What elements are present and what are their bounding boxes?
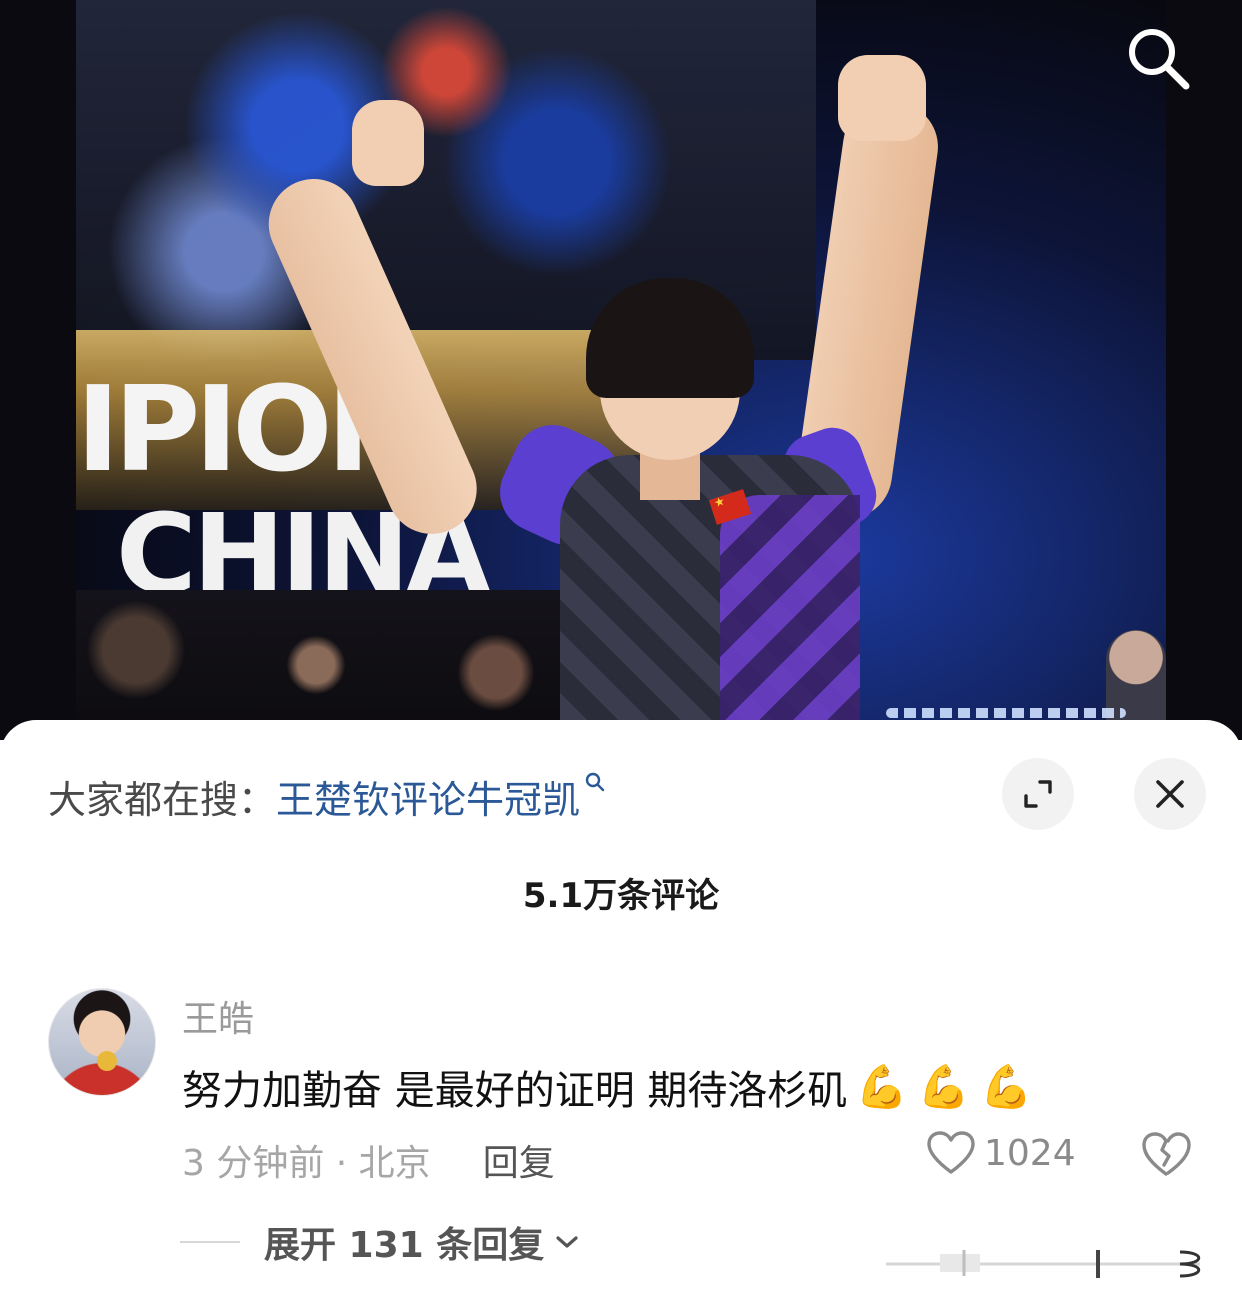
gold-medal-icon — [97, 1051, 117, 1071]
dislike-button[interactable] — [1140, 1130, 1192, 1178]
comment-count-title: 5.1万条评论 — [522, 876, 720, 916]
trending-search-text: 王楚钦评论牛冠凯 — [276, 777, 581, 822]
expand-replies-row: 展开 131 条回复 — [180, 1216, 580, 1268]
search-hint-prefix: 大家都在搜： — [48, 777, 277, 822]
expand-replies-label: 展开 131 条回复 — [264, 1225, 545, 1266]
close-button[interactable] — [1134, 758, 1206, 830]
like-button[interactable]: 1024 — [926, 1130, 1076, 1176]
comment-body: 努力加勤奋 是最好的证明 期待洛杉矶 💪 💪 💪 — [182, 1058, 1042, 1116]
expand-button[interactable] — [1002, 758, 1074, 830]
flexed-biceps-icon: 💪 — [917, 1062, 971, 1111]
reply-button[interactable]: 回复 — [483, 1134, 555, 1186]
divider — [180, 1241, 240, 1243]
comment-time-location: 3 分钟前 · 北京 — [182, 1143, 431, 1184]
chevron-down-icon — [556, 1236, 578, 1248]
close-icon — [1156, 780, 1184, 808]
trending-search-hint: 大家都在搜： 王楚钦评论牛冠凯 — [48, 768, 606, 824]
watermark-icon — [886, 1250, 1201, 1278]
broken-heart-icon — [1142, 1132, 1191, 1176]
comment-text: 努力加勤奋 是最好的证明 期待洛杉矶 — [182, 1068, 848, 1114]
comment-sheet: 大家都在搜： 王楚钦评论牛冠凯 5.1万条评论 王皓 努力加勤奋 是最好的证明 … — [0, 720, 1242, 1311]
like-count: 1024 — [984, 1132, 1076, 1174]
comment-username[interactable]: 王皓 — [182, 990, 254, 1042]
heart-icon — [927, 1131, 975, 1174]
mini-search-icon — [585, 772, 605, 791]
expand-replies-button[interactable]: 展开 131 条回复 — [264, 1216, 580, 1268]
comment-meta: 3 分钟前 · 北京 回复 — [182, 1134, 555, 1186]
emoji-group: 💪 💪 💪 — [855, 1062, 1042, 1112]
banner-text-top: IPIOI — [76, 360, 371, 498]
trending-search-link[interactable]: 王楚钦评论牛冠凯 — [276, 769, 606, 824]
flexed-biceps-icon: 💪 — [980, 1062, 1033, 1111]
expand-icon — [1024, 780, 1052, 808]
post-photo[interactable]: IPIOI CHINA — [0, 0, 1242, 740]
search-icon[interactable] — [1120, 20, 1196, 96]
avatar[interactable] — [48, 988, 156, 1096]
flexed-biceps-icon: 💪 — [855, 1062, 908, 1111]
